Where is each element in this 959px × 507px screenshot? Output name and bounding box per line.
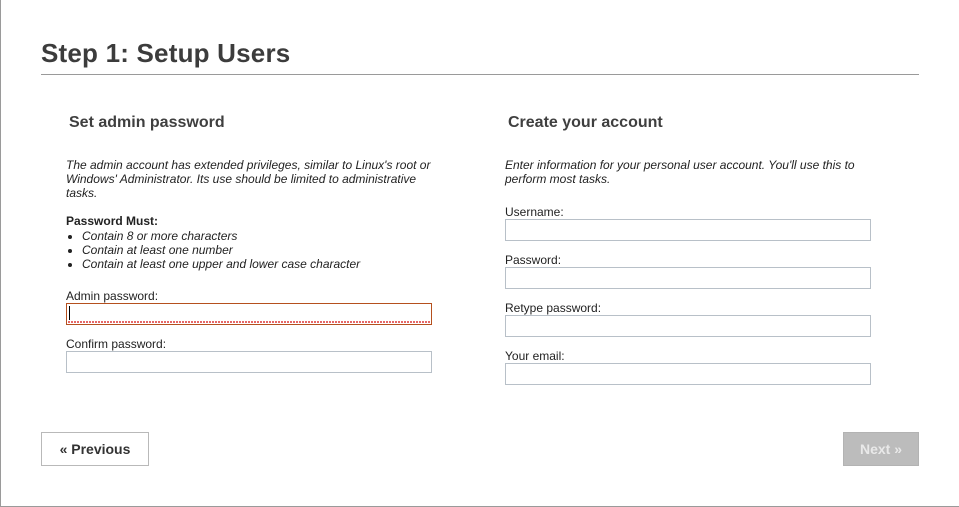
admin-password-wrapper — [66, 303, 432, 325]
password-rule: Contain 8 or more characters — [82, 229, 360, 243]
admin-section-heading: Set admin password — [69, 114, 225, 131]
admin-password-label: Admin password: — [66, 289, 159, 303]
password-rules-title: Password Must: — [66, 214, 159, 228]
spellcheck-underline — [67, 321, 431, 324]
confirm-password-label: Confirm password: — [66, 337, 167, 351]
admin-description: The admin account has extended privilege… — [66, 158, 431, 200]
retype-password-input[interactable] — [505, 315, 871, 337]
retype-password-label: Retype password: — [505, 301, 602, 315]
username-input[interactable] — [505, 219, 871, 241]
password-rules-list: Contain 8 or more characters Contain at … — [66, 229, 360, 271]
text-caret — [69, 306, 70, 320]
password-rule: Contain at least one number — [82, 243, 360, 257]
confirm-password-input[interactable] — [66, 351, 432, 373]
account-password-label: Password: — [505, 253, 562, 267]
page-title: Step 1: Setup Users — [41, 38, 291, 68]
account-password-input[interactable] — [505, 267, 871, 289]
email-input[interactable] — [505, 363, 871, 385]
username-label: Username: — [505, 205, 564, 219]
title-divider — [41, 74, 919, 75]
account-description: Enter information for your personal user… — [505, 158, 855, 186]
account-section-heading: Create your account — [508, 114, 663, 131]
previous-button[interactable]: « Previous — [41, 432, 149, 466]
next-button[interactable]: Next » — [843, 432, 919, 466]
password-rule: Contain at least one upper and lower cas… — [82, 257, 360, 271]
email-label: Your email: — [505, 349, 565, 363]
